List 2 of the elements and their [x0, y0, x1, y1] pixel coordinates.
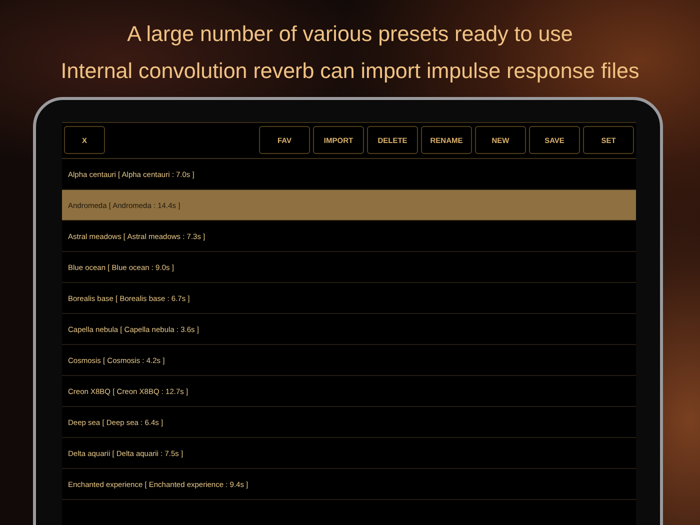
headline-text: A large number of various presets ready to use — [127, 21, 573, 48]
headline-text: Internal convolution reverb can import impulse response files — [60, 58, 640, 85]
